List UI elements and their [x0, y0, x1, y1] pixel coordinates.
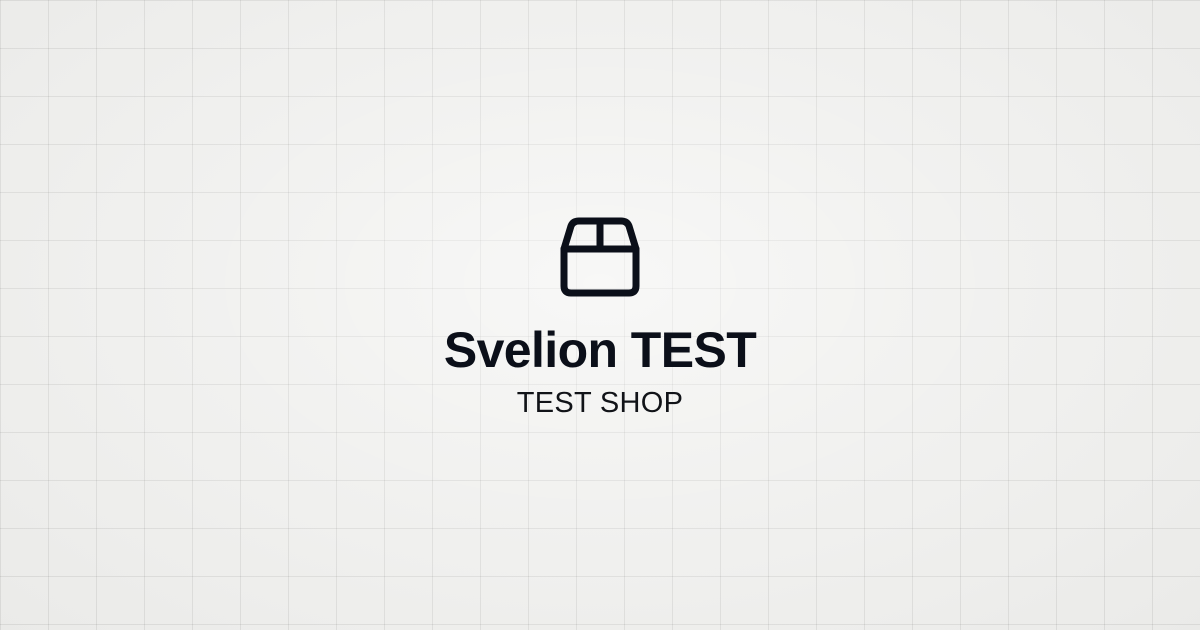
brand-block: Svelion TEST TEST SHOP [0, 0, 1200, 630]
shop-tagline: TEST SHOP [516, 387, 684, 419]
share-card-canvas: Svelion TEST TEST SHOP [0, 0, 1200, 630]
package-box-icon [558, 216, 642, 298]
shop-name: Svelion TEST [443, 322, 757, 378]
